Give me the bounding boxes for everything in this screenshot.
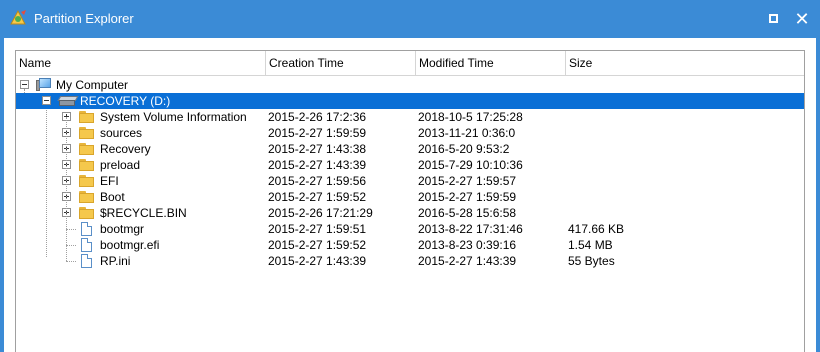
tree-guide-line — [66, 261, 76, 262]
folder-icon — [79, 207, 94, 219]
item-name: RP.ini — [100, 254, 131, 268]
item-creation-time: 2015-2-27 1:59:59 — [268, 126, 367, 140]
column-header: Name Creation Time Modified Time Size — [16, 51, 804, 76]
item-name: $RECYCLE.BIN — [100, 206, 187, 220]
tree-row-folder[interactable]: System Volume Information 2015-2-26 17:2… — [16, 109, 804, 125]
file-icon — [81, 254, 92, 268]
item-name: System Volume Information — [100, 110, 247, 124]
folder-icon — [79, 175, 94, 187]
item-modified-time: 2013-11-21 0:36:0 — [418, 126, 516, 140]
item-creation-time: 2015-2-27 1:59:52 — [268, 190, 367, 204]
item-creation-time: 2015-2-26 17:21:29 — [268, 206, 373, 220]
drive-icon — [57, 96, 79, 106]
tree-guide-line — [66, 245, 76, 246]
window-client-area: Name Creation Time Modified Time Size My… — [4, 38, 816, 352]
tree-row-folder[interactable]: $RECYCLE.BIN 2015-2-26 17:21:29 2016-5-2… — [16, 205, 804, 221]
item-modified-time: 2018-10-5 17:25:28 — [418, 110, 523, 124]
maximize-button[interactable] — [764, 9, 784, 29]
computer-icon — [36, 78, 52, 91]
item-modified-time: 2015-2-27 1:59:59 — [418, 190, 517, 204]
file-icon — [81, 222, 92, 236]
folder-icon — [79, 191, 94, 203]
maximize-icon — [769, 14, 778, 23]
file-tree-list[interactable]: Name Creation Time Modified Time Size My… — [15, 50, 805, 352]
item-modified-time: 2016-5-28 15:6:58 — [418, 206, 517, 220]
column-header-name[interactable]: Name — [16, 51, 266, 75]
tree-row-label: RECOVERY (D:) — [80, 94, 171, 108]
partition-explorer-icon — [10, 9, 26, 25]
column-header-modified-time[interactable]: Modified Time — [416, 51, 566, 75]
item-modified-time: 2013-8-22 17:31:46 — [418, 222, 523, 236]
tree-guide-line — [66, 117, 67, 261]
tree-row-folder[interactable]: sources 2015-2-27 1:59:59 2013-11-21 0:3… — [16, 125, 804, 141]
item-modified-time: 2015-7-29 10:10:36 — [418, 158, 523, 172]
item-size: 55 Bytes — [568, 254, 615, 268]
item-name: sources — [100, 126, 143, 140]
tree-row-folder[interactable]: EFI 2015-2-27 1:59:56 2015-2-27 1:59:57 — [16, 173, 804, 189]
item-creation-time: 2015-2-27 1:59:51 — [268, 222, 367, 236]
tree-row-label: My Computer — [56, 78, 129, 92]
item-modified-time: 2015-2-27 1:59:57 — [418, 174, 517, 188]
item-name: preload — [100, 158, 141, 172]
item-size: 417.66 KB — [568, 222, 625, 236]
close-button[interactable]: ✕ — [792, 9, 812, 29]
column-header-creation-time[interactable]: Creation Time — [266, 51, 416, 75]
column-header-size[interactable]: Size — [566, 51, 804, 75]
tree-row-folder[interactable]: Recovery 2015-2-27 1:43:38 2016-5-20 9:5… — [16, 141, 804, 157]
tree-row-file[interactable]: RP.ini 2015-2-27 1:43:39 2015-2-27 1:43:… — [16, 253, 804, 269]
tree-row-folder[interactable]: preload 2015-2-27 1:43:39 2015-7-29 10:1… — [16, 157, 804, 173]
collapse-toggle[interactable] — [42, 96, 51, 105]
item-creation-time: 2015-2-27 1:43:38 — [268, 142, 367, 156]
item-name: bootmgr.efi — [100, 238, 160, 252]
folder-icon — [79, 159, 94, 171]
folder-icon — [79, 127, 94, 139]
tree-row-folder[interactable]: Boot 2015-2-27 1:59:52 2015-2-27 1:59:59 — [16, 189, 804, 205]
tree-row-file[interactable]: bootmgr.efi 2015-2-27 1:59:52 2013-8-23 … — [16, 237, 804, 253]
folder-icon — [79, 111, 94, 123]
item-size: 1.54 MB — [568, 238, 613, 252]
item-name: bootmgr — [100, 222, 145, 236]
collapse-toggle[interactable] — [20, 80, 29, 89]
item-name: Boot — [100, 190, 125, 204]
file-icon — [81, 238, 92, 252]
tree-row-my-computer[interactable]: My Computer — [16, 77, 804, 93]
item-modified-time: 2013-8-23 0:39:16 — [418, 238, 517, 252]
partition-explorer-window: Partition Explorer ✕ Name Creation Time … — [0, 0, 820, 352]
window-title: Partition Explorer — [34, 11, 134, 26]
close-icon: ✕ — [794, 9, 810, 29]
title-bar[interactable]: Partition Explorer ✕ — [0, 0, 820, 38]
tree-row-recovery-drive[interactable]: RECOVERY (D:) — [16, 93, 804, 109]
folder-icon — [79, 143, 94, 155]
item-modified-time: 2016-5-20 9:53:2 — [418, 142, 510, 156]
item-creation-time: 2015-2-26 17:2:36 — [268, 110, 367, 124]
tree-guide-line — [66, 229, 76, 230]
item-creation-time: 2015-2-27 1:59:56 — [268, 174, 367, 188]
tree-row-file[interactable]: bootmgr 2015-2-27 1:59:51 2013-8-22 17:3… — [16, 221, 804, 237]
item-modified-time: 2015-2-27 1:43:39 — [418, 254, 517, 268]
item-creation-time: 2015-2-27 1:43:39 — [268, 158, 367, 172]
item-creation-time: 2015-2-27 1:59:52 — [268, 238, 367, 252]
item-name: EFI — [100, 174, 119, 188]
item-creation-time: 2015-2-27 1:43:39 — [268, 254, 367, 268]
item-name: Recovery — [100, 142, 151, 156]
